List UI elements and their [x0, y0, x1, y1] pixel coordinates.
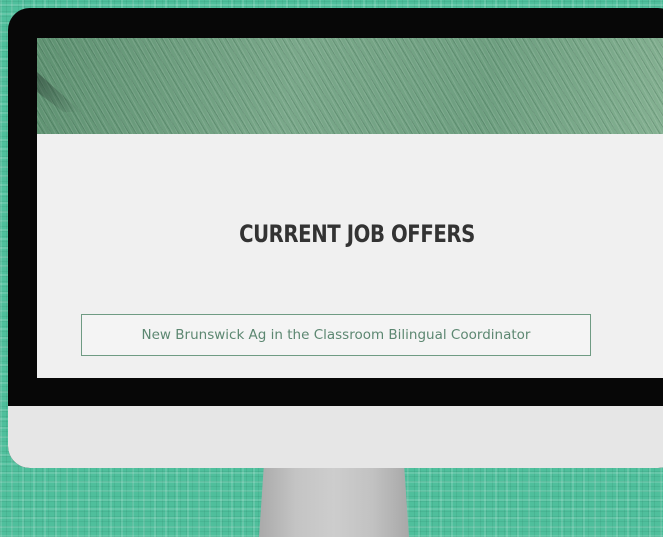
hero-shadow-decoration: [37, 72, 81, 112]
monitor-chin: [8, 406, 663, 468]
hero-banner-image: [37, 38, 663, 134]
page-title: CURRENT JOB OFFERS: [239, 220, 475, 248]
monitor-stand: [258, 462, 410, 537]
monitor-frame: CURRENT JOB OFFERS New Brunswick Ag in t…: [8, 8, 663, 468]
monitor-screen: CURRENT JOB OFFERS New Brunswick Ag in t…: [37, 38, 663, 378]
job-listing-link[interactable]: New Brunswick Ag in the Classroom Biling…: [81, 314, 591, 356]
